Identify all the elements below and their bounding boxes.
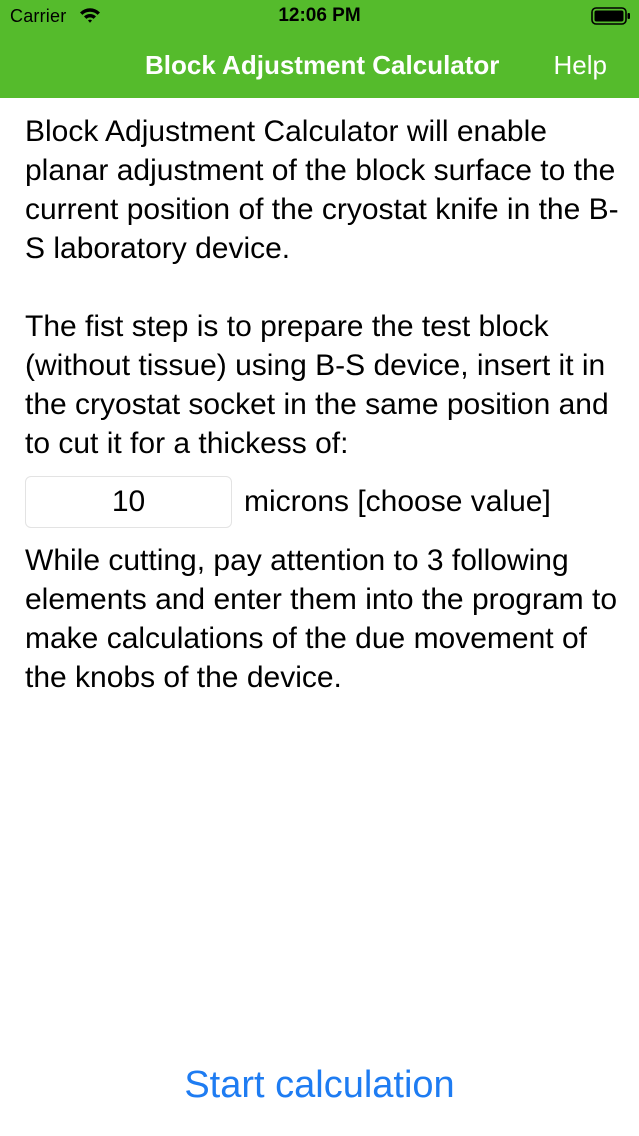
intro-text: Block Adjustment Calculator will enable … [25,115,619,265]
help-button[interactable]: Help [554,50,607,81]
status-time: 12:06 PM [278,5,361,26]
status-bar: Carrier 12:06 PM [0,0,639,34]
navigation-bar: Block Adjustment Calculator Help [0,40,639,92]
step-text: The fist step is to prepare the test blo… [25,310,609,460]
screen: Carrier 12:06 PM Block Adjustment Calcul… [0,0,639,1136]
thickness-row: microns [choose value] [25,476,620,528]
thickness-input[interactable] [25,476,232,528]
nav-title: Block Adjustment Calculator [145,50,500,80]
instructions-text: While cutting, pay attention to 3 follow… [25,544,618,694]
thickness-unit-label: microns [choose value] [244,485,551,518]
start-calculation-button[interactable]: Start calculation [0,1064,639,1107]
top-bar: Carrier 12:06 PM Block Adjustment Calcul… [0,0,639,98]
battery-full-icon [591,7,631,25]
main-content: Block Adjustment Calculator will enable … [25,112,620,697]
